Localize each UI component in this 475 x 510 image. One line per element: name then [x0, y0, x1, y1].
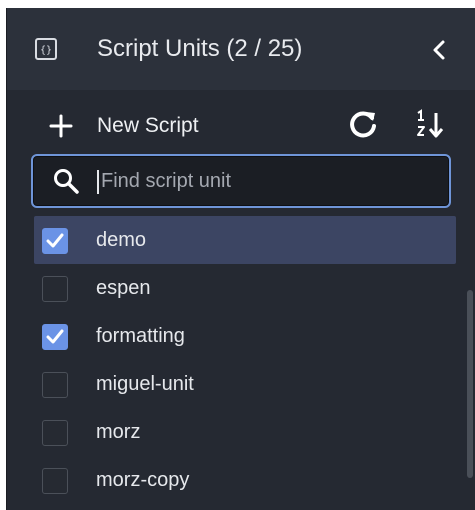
list-item-label: miguel-unit	[96, 373, 194, 395]
search-icon	[54, 169, 79, 194]
check-icon	[46, 329, 64, 344]
panel-title: Script Units (2 / 25)	[97, 35, 303, 62]
search-box	[31, 154, 451, 208]
plus-icon	[49, 114, 73, 138]
checkbox[interactable]	[42, 420, 68, 446]
panel-header: {} Script Units (2 / 25)	[7, 8, 475, 90]
list-item[interactable]: formatting	[34, 312, 456, 360]
refresh-icon[interactable]	[347, 108, 379, 140]
checkbox[interactable]	[42, 372, 68, 398]
new-script-button[interactable]: New Script	[49, 108, 199, 144]
checkbox[interactable]	[42, 228, 68, 254]
script-unit-list: demo espen formatting miguel-unit morz morz-c…	[34, 216, 456, 510]
text-caret	[97, 170, 99, 194]
script-units-panel: {} Script Units (2 / 25) New Script Find…	[6, 8, 475, 510]
list-item-label: demo	[96, 229, 147, 251]
chevron-left-icon[interactable]	[425, 36, 453, 64]
list-item-label: morz-copy	[96, 469, 190, 491]
svg-text:{}: {}	[40, 45, 52, 56]
toolbar: New Script	[7, 96, 475, 156]
checkbox[interactable]	[42, 276, 68, 302]
checkbox[interactable]	[42, 468, 68, 494]
list-item[interactable]: miguel-unit	[34, 360, 456, 408]
list-item-label: formatting	[96, 325, 185, 347]
list-item-label: morz	[96, 421, 141, 443]
list-item[interactable]: demo	[34, 216, 456, 264]
screen: {} Script Units (2 / 25) New Script Find…	[0, 0, 475, 510]
check-icon	[46, 233, 64, 248]
new-script-label: New Script	[97, 114, 199, 137]
scrollbar[interactable]	[467, 290, 473, 478]
checkbox[interactable]	[42, 324, 68, 350]
sort-icon[interactable]	[415, 108, 445, 140]
list-item-label: espen	[96, 277, 151, 299]
search-input[interactable]	[101, 165, 431, 197]
list-item[interactable]: morz-copy	[34, 456, 456, 504]
list-item[interactable]: espen	[34, 264, 456, 312]
script-units-icon: {}	[35, 38, 57, 60]
list-item[interactable]: morz	[34, 408, 456, 456]
